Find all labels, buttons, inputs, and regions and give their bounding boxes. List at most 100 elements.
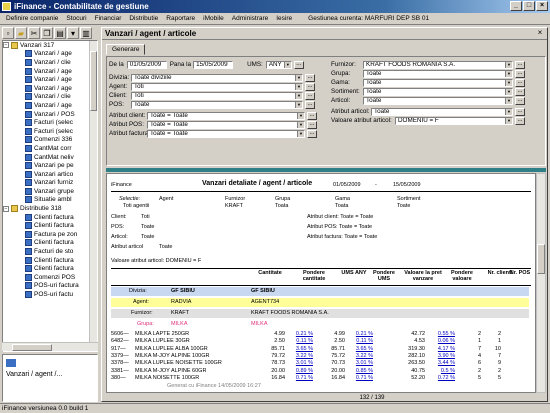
tree-item[interactable]: Vanzari / clie: [3, 93, 97, 102]
chevron-down-icon[interactable]: ▼: [297, 121, 304, 128]
menu-iesire[interactable]: Iesire: [272, 13, 296, 25]
filter-agent-more-button[interactable]: ...: [305, 82, 315, 91]
tree-group-distributie[interactable]: − Distributie 318: [3, 204, 97, 213]
chevron-down-icon[interactable]: ▼: [295, 74, 302, 81]
menu-imobile[interactable]: iMobile: [199, 13, 228, 25]
tree-item[interactable]: Facturi (selec: [3, 118, 97, 127]
tree-item[interactable]: Vanzari artico: [3, 170, 97, 179]
filter-atribut-pos-more-button[interactable]: ...: [307, 120, 317, 129]
tree-item[interactable]: Clienti factura: [3, 264, 97, 273]
chart-icon[interactable]: ▥: [80, 27, 92, 39]
open-window-item[interactable]: Vanzari / agent /...: [6, 370, 94, 379]
de-la-input[interactable]: 01/05/2009: [126, 60, 167, 69]
filter-gama-select[interactable]: Toate ▼: [363, 78, 513, 87]
filter-client-more-button[interactable]: ...: [305, 91, 315, 100]
chevron-down-icon[interactable]: ▼: [295, 92, 302, 99]
tree-item[interactable]: Factura pe zon: [3, 230, 97, 239]
filter-valoare-atribut-select[interactable]: DOMENIU = F ▼: [395, 116, 513, 125]
filter-grupa-select[interactable]: Toate ▼: [363, 69, 513, 78]
filter-divizia-more-button[interactable]: ...: [305, 73, 315, 82]
chevron-down-icon[interactable]: ▼: [505, 97, 512, 104]
tree-item[interactable]: POS-uri factu: [3, 290, 97, 299]
menu-raportare[interactable]: Raportare: [162, 13, 199, 25]
tree-item[interactable]: Vanzari / age: [3, 84, 97, 93]
tree-item[interactable]: Vanzari / age: [3, 50, 97, 59]
filter-valoare-atribut-more-button[interactable]: ...: [515, 116, 525, 125]
menu-financiar[interactable]: Financiar: [91, 13, 126, 25]
tree-item[interactable]: POS-uri factura: [3, 282, 97, 291]
tree-item[interactable]: Clienti factura: [3, 221, 97, 230]
minimize-button[interactable]: _: [510, 1, 522, 11]
filter-furnizor-select[interactable]: KRAFT FOODS ROMANIA S.A. ▼: [363, 60, 513, 69]
chevron-down-icon[interactable]: ▼: [295, 101, 302, 108]
filter-gama-more-button[interactable]: ...: [515, 78, 525, 87]
ums-more-button[interactable]: ...: [293, 60, 304, 69]
filter-atribut-pos-select[interactable]: Toate = Toate ▼: [147, 120, 305, 129]
chevron-down-icon[interactable]: ▼: [283, 61, 291, 68]
filter-articol-select[interactable]: Toate ▼: [363, 96, 513, 105]
close-report-icon[interactable]: ×: [535, 29, 545, 38]
filter-pos-select[interactable]: Toate ▼: [131, 100, 303, 109]
tab-generare[interactable]: Generare: [106, 44, 146, 55]
filter-articol-more-button[interactable]: ...: [515, 96, 525, 105]
filter-sortiment-select[interactable]: Toate ▼: [363, 87, 513, 96]
tree-item[interactable]: Facturi (selec: [3, 127, 97, 136]
filter-furnizor-more-button[interactable]: ...: [515, 60, 525, 69]
tree-hscrollbar[interactable]: [2, 342, 98, 351]
filter-sortiment-more-button[interactable]: ...: [515, 87, 525, 96]
tree-item[interactable]: Vanzari / clie: [3, 58, 97, 67]
menu-distributie[interactable]: Distributie: [125, 13, 162, 25]
collapse-icon[interactable]: −: [3, 205, 9, 212]
close-window-button[interactable]: ×: [536, 1, 548, 11]
chevron-down-icon[interactable]: ▼: [297, 112, 304, 119]
menu-stocuri[interactable]: Stocuri: [62, 13, 90, 25]
tree-scrollbar[interactable]: [89, 41, 97, 351]
report-scroll-thumb[interactable]: [537, 244, 545, 274]
filter-atribut-factura-more-button[interactable]: ...: [307, 129, 317, 138]
chevron-down-icon[interactable]: ▼: [505, 61, 512, 68]
filter-atribut-factura-select[interactable]: Toate = Toate ▼: [147, 129, 305, 138]
chevron-down-icon[interactable]: ▼: [505, 117, 512, 124]
filter-icon[interactable]: ▾: [67, 27, 79, 39]
tree-hscroll-thumb[interactable]: [12, 344, 52, 351]
tree-item[interactable]: Vanzari / age: [3, 67, 97, 76]
tree-item[interactable]: Facturi de sto: [3, 247, 97, 256]
open-folder-icon[interactable]: ▰: [15, 27, 27, 39]
tree-item[interactable]: Vanzari / age: [3, 75, 97, 84]
menu-administrare[interactable]: Administrare: [228, 13, 272, 25]
filter-atribut-articol-more-button[interactable]: ...: [515, 107, 525, 116]
tree-item[interactable]: CantMat neliv: [3, 153, 97, 162]
filter-grupa-more-button[interactable]: ...: [515, 69, 525, 78]
tree-item[interactable]: Vanzari furniz: [3, 179, 97, 188]
filter-client-select[interactable]: Toti ▼: [131, 91, 303, 100]
ums-select[interactable]: ANY ▼: [265, 60, 292, 69]
menu-definire-companie[interactable]: Definire companie: [2, 13, 62, 25]
filter-atribut-articol-select[interactable]: Toate ▼: [371, 107, 513, 116]
tree-item[interactable]: Clienti factura: [3, 239, 97, 248]
tree-item[interactable]: Vanzari / POS: [3, 110, 97, 119]
chevron-down-icon[interactable]: ▼: [505, 70, 512, 77]
tree-item[interactable]: Vanzari grupe: [3, 187, 97, 196]
chevron-down-icon[interactable]: ▼: [297, 130, 304, 137]
new-icon[interactable]: ▫: [2, 27, 14, 39]
tree-group-vanzari[interactable]: − Vanzari 317: [3, 41, 97, 50]
collapse-icon[interactable]: −: [3, 42, 9, 49]
maximize-button[interactable]: □: [523, 1, 535, 11]
filter-agent-select[interactable]: Toti ▼: [131, 82, 303, 91]
copy-icon[interactable]: ❐: [41, 27, 53, 39]
filter-atribut-client-more-button[interactable]: ...: [307, 111, 317, 120]
chevron-down-icon[interactable]: ▼: [295, 83, 302, 90]
filter-atribut-client-select[interactable]: Toate = Toate ▼: [147, 111, 305, 120]
tree-scroll-thumb[interactable]: [90, 51, 97, 111]
tree-item[interactable]: Vanzari / age: [3, 101, 97, 110]
tree-item[interactable]: Clienti factura: [3, 256, 97, 265]
report-scrollbar[interactable]: [536, 173, 546, 393]
tree-item[interactable]: CantMat corr: [3, 144, 97, 153]
paste-icon[interactable]: ▤: [54, 27, 66, 39]
tree-item[interactable]: Comenzi POS: [3, 273, 97, 282]
tree-item[interactable]: Comenzi 336: [3, 136, 97, 145]
cut-icon[interactable]: ✂: [28, 27, 40, 39]
panala-input[interactable]: 15/05/2009: [193, 60, 234, 69]
tree-item[interactable]: Situatie ambl: [3, 196, 97, 205]
tree-item[interactable]: Clienti factura: [3, 213, 97, 222]
